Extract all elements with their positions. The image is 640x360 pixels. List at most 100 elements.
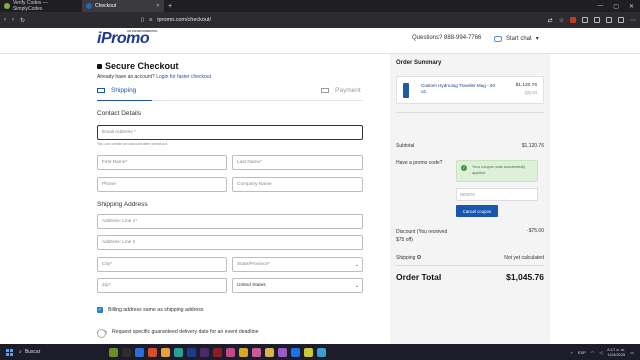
chevron-up-icon[interactable]: ˄ — [570, 350, 572, 355]
close-window-icon[interactable]: ✕ — [629, 3, 634, 10]
first-name-field[interactable]: First Name* — [97, 155, 227, 170]
chevron-down-icon: ⌄ — [354, 262, 359, 268]
checkout-steps: Shipping Payment — [97, 87, 363, 101]
order-total-row: Order Total $1,045.76 — [396, 272, 544, 282]
app-icon[interactable] — [174, 347, 183, 357]
cart-item: Custom HydroJug Traveler Mug - 40 oz. $1… — [396, 76, 544, 104]
app-icon[interactable] — [109, 347, 118, 357]
star-icon[interactable]: ☆ — [559, 17, 564, 24]
guaranteed-delivery-toggle[interactable]: Request specific guaranteed delivery dat… — [97, 328, 259, 338]
product-name[interactable]: Custom HydroJug Traveler Mug - 40 oz. — [421, 83, 501, 95]
company-field[interactable]: Company Name — [232, 177, 363, 192]
extension-icon[interactable] — [594, 17, 600, 23]
step-shipping[interactable]: Shipping — [97, 87, 136, 94]
windows-start-icon[interactable] — [6, 348, 13, 356]
taskbar-search[interactable]: ⌕ Buscar — [19, 349, 75, 355]
subtotal-row: Subtotal $1,120.76 — [396, 143, 544, 149]
notification-icon[interactable]: ▭ — [630, 350, 634, 355]
billing-same-checkbox[interactable]: ✓ Billing address same as shipping addre… — [97, 307, 203, 313]
country-select[interactable]: United States ⌄ — [232, 278, 363, 293]
taskbar-apps — [109, 347, 326, 357]
promo-label: Have a promo code? — [396, 160, 443, 166]
folder-icon[interactable] — [161, 347, 170, 357]
extension-badge-icon[interactable] — [570, 17, 576, 23]
app-icon[interactable] — [291, 347, 300, 357]
language-indicator[interactable]: ESP — [578, 350, 586, 355]
ipromo-logo[interactable]: AN ENVIRONMENTAL iPromo — [97, 29, 158, 48]
address-line2-field[interactable]: Address: Line 2 — [97, 235, 363, 250]
translate-icon[interactable]: ⇄ — [548, 17, 553, 24]
browser-tabbar: Verify Codes — SimplyCodes Checkout ✕ + … — [0, 0, 640, 12]
email-help-text: You can create an account after checkout… — [97, 142, 168, 146]
login-link[interactable]: Login for faster checkout — [156, 74, 211, 80]
bookmark-icon[interactable]: ▯ — [141, 17, 144, 23]
shipping-row: Shipping Not yet calculated — [396, 255, 544, 261]
minimize-icon[interactable]: — — [597, 3, 603, 10]
address-bar[interactable]: ▯ ≡ ipromo.com/checkout/ — [141, 17, 211, 23]
cancel-coupon-button[interactable]: Cancel coupon — [456, 205, 498, 217]
page-title: Secure Checkout — [97, 61, 179, 71]
app-icon[interactable] — [135, 347, 144, 357]
app-icon[interactable] — [226, 347, 235, 357]
tab-checkout[interactable]: Checkout ✕ — [82, 0, 164, 12]
product-thumbnail[interactable] — [403, 83, 409, 98]
state-select[interactable]: State/Province* ⌄ — [232, 257, 363, 272]
start-chat-button[interactable]: Start chat ▾ — [494, 35, 539, 42]
discount-label: Discount (You received $75 off) — [396, 229, 448, 243]
checkout-page: AN ENVIRONMENTAL iPromo Questions? 888-9… — [0, 28, 640, 344]
zip-field[interactable]: Zip* — [97, 278, 227, 293]
app-icon[interactable] — [278, 347, 287, 357]
order-summary: Order Summary Custom HydroJug Traveler M… — [390, 54, 550, 344]
search-icon: ⌕ — [19, 349, 22, 355]
chevron-down-icon: ⌄ — [354, 283, 359, 289]
task-view-icon[interactable] — [122, 347, 131, 357]
tab-verify-codes[interactable]: Verify Codes — SimplyCodes — [0, 0, 82, 12]
maximize-icon[interactable]: ▢ — [613, 3, 619, 10]
simplycodes-favicon-icon — [4, 3, 10, 9]
extension-icon[interactable] — [582, 17, 588, 23]
step-payment[interactable]: Payment — [321, 87, 361, 94]
reload-icon[interactable]: ↻ — [20, 17, 25, 24]
address-line1-field[interactable]: Address: Line 1* — [97, 214, 363, 229]
app-icon[interactable] — [317, 347, 326, 357]
menu-icon[interactable]: ⋯ — [630, 17, 636, 24]
volume-icon[interactable]: ◁ — [599, 350, 602, 355]
divider — [396, 112, 544, 113]
windows-taskbar: ⌕ Buscar ˄ ESP ◠ ◁ 8:17 a. m. 12/4/2025 … — [0, 344, 640, 360]
app-icon[interactable] — [304, 347, 313, 357]
account-prompt: Already have an account? Login for faste… — [97, 74, 211, 80]
url-text: ipromo.com/checkout/ — [157, 17, 212, 23]
check-circle-icon: ✓ — [461, 165, 467, 171]
forward-icon[interactable]: › — [12, 17, 14, 23]
divider — [396, 265, 544, 266]
wifi-icon[interactable]: ◠ — [591, 350, 595, 355]
phone-field[interactable]: Phone — [97, 177, 227, 192]
discount-value: -$75.00 — [527, 228, 544, 234]
app-icon[interactable] — [265, 347, 274, 357]
app-icon[interactable] — [200, 347, 209, 357]
profile-icon[interactable] — [618, 17, 624, 23]
app-icon[interactable] — [239, 347, 248, 357]
close-tab-icon[interactable]: ✕ — [156, 3, 160, 9]
email-field[interactable]: Email Address * — [97, 125, 363, 140]
browser-icon[interactable] — [148, 347, 157, 357]
extension-icon[interactable] — [606, 17, 612, 23]
app-icon[interactable] — [252, 347, 261, 357]
last-name-field[interactable]: Last Name* — [232, 155, 363, 170]
toggle-switch[interactable] — [97, 328, 107, 338]
photoshop-icon[interactable] — [187, 347, 196, 357]
taskbar-clock[interactable]: 8:17 a. m. 12/4/2025 — [607, 347, 625, 357]
site-info-icon[interactable]: ≡ — [149, 17, 152, 23]
window-controls: — ▢ ✕ — [597, 3, 640, 10]
info-icon[interactable] — [417, 255, 422, 259]
city-field[interactable]: City* — [97, 257, 227, 272]
ipromo-favicon-icon — [86, 3, 92, 9]
coupon-input[interactable]: NEW75 — [456, 188, 538, 201]
new-tab-button[interactable]: + — [164, 3, 176, 10]
back-icon[interactable]: ‹ — [4, 17, 6, 23]
coupon-success-alert: ✓ Your coupon was successfully applied. — [456, 160, 538, 182]
illustrator-icon[interactable] — [213, 347, 222, 357]
tab-label: Verify Codes — SimplyCodes — [12, 0, 48, 12]
toolbar-extensions: ⇄ ☆ ⋯ — [548, 17, 636, 24]
chat-bubble-icon — [494, 35, 502, 42]
